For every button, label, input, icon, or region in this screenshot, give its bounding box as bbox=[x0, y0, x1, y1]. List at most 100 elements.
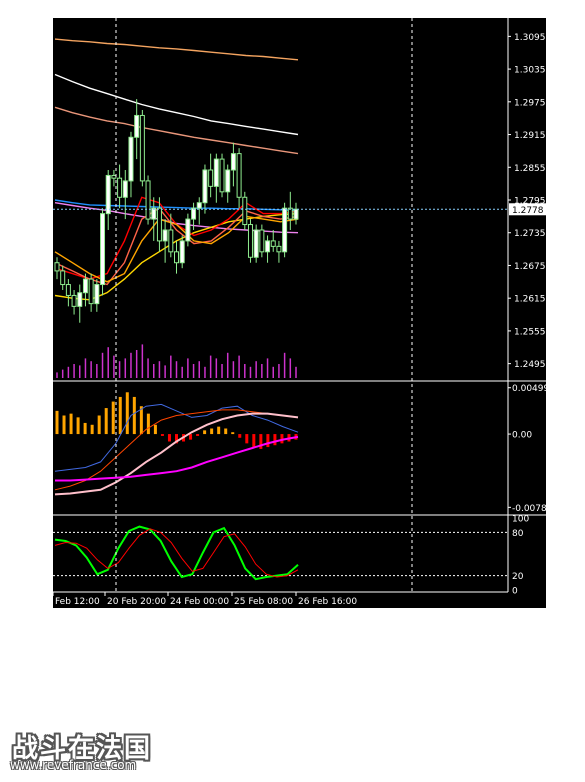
price-tick-label: 1.2915 bbox=[514, 131, 546, 141]
macd-histogram-bar bbox=[231, 432, 235, 435]
macd-histogram-bar bbox=[252, 434, 256, 448]
candle-body bbox=[282, 207, 288, 253]
macd-histogram-bar bbox=[83, 422, 87, 435]
stochastic-tick-label: 0 bbox=[512, 587, 518, 597]
macd-histogram-bar bbox=[217, 426, 221, 435]
candle-body bbox=[54, 262, 60, 272]
candle-body bbox=[77, 292, 83, 307]
macd-histogram-bar bbox=[132, 396, 136, 435]
candle-body bbox=[134, 114, 140, 138]
candle-body bbox=[293, 208, 299, 220]
macd-histogram-bar bbox=[104, 408, 108, 435]
macd-tick-label: -0.00789 bbox=[512, 504, 553, 514]
candle-body bbox=[105, 174, 111, 215]
chart-canvas: 1.2778 1.3095 1.3035 1.2975 1.2915 1.2855 1.27… bbox=[52, 18, 553, 608]
candle-body bbox=[253, 229, 259, 258]
price-tick-label: 1.2795 bbox=[514, 197, 546, 207]
candle-body bbox=[179, 240, 185, 264]
macd-histogram-bar bbox=[167, 434, 171, 442]
candle-body bbox=[122, 180, 128, 198]
time-tick-label: 24 Feb 00:00 bbox=[170, 597, 229, 607]
price-tick-label: 1.2735 bbox=[514, 229, 546, 239]
macd-histogram-bar bbox=[125, 392, 129, 435]
macd-histogram-bar bbox=[111, 401, 115, 435]
macd-histogram-bar bbox=[203, 430, 207, 435]
macd-histogram-bar bbox=[76, 417, 80, 435]
candle-body bbox=[202, 169, 208, 204]
candle-body bbox=[287, 207, 293, 220]
time-tick-label: Feb 12:00 bbox=[55, 597, 100, 607]
time-tick-label: 25 Feb 08:00 bbox=[234, 597, 293, 607]
candle-body bbox=[185, 218, 191, 242]
macd-tick-label: 0.00499 bbox=[512, 384, 549, 394]
macd-histogram-bar bbox=[238, 434, 242, 438]
price-tick-label: 1.3035 bbox=[514, 66, 546, 76]
price-tick-label: 1.2495 bbox=[514, 360, 546, 370]
price-tick-label: 1.2975 bbox=[514, 98, 546, 108]
price-tick-label: 1.2615 bbox=[514, 295, 546, 305]
stochastic-tick-label: 80 bbox=[512, 529, 524, 539]
stochastic-tick-label: 20 bbox=[512, 572, 524, 582]
macd-histogram-bar bbox=[62, 415, 66, 435]
candle-body bbox=[247, 224, 253, 258]
macd-histogram-bar bbox=[196, 434, 200, 436]
candle-body bbox=[225, 169, 231, 193]
candle-body bbox=[82, 278, 88, 294]
candle-body bbox=[162, 229, 168, 242]
candle-body bbox=[208, 169, 214, 187]
candle-body bbox=[242, 196, 248, 226]
candle-body bbox=[230, 153, 236, 171]
candle-body bbox=[276, 245, 282, 253]
price-tick-label: 1.2555 bbox=[514, 327, 546, 337]
candle-body bbox=[100, 213, 106, 286]
macd-histogram-bar bbox=[189, 434, 193, 440]
candle-body bbox=[65, 284, 71, 296]
candle-body bbox=[168, 229, 174, 253]
macd-histogram-bar bbox=[146, 413, 150, 435]
time-tick-label: 26 Feb 16:00 bbox=[298, 597, 357, 607]
candle-body bbox=[191, 207, 197, 220]
price-tick-label: 1.3095 bbox=[514, 33, 546, 43]
macd-histogram-bar bbox=[273, 434, 277, 446]
watermark-logo: 战斗在法国 www.revefrance.com bbox=[8, 728, 158, 776]
macd-histogram-bar bbox=[224, 428, 228, 435]
candle-body bbox=[88, 278, 94, 305]
macd-histogram-bar bbox=[210, 428, 214, 435]
macd-histogram-bar bbox=[69, 413, 73, 435]
candle-body bbox=[145, 180, 151, 220]
candle-body bbox=[60, 270, 66, 286]
price-tick-label: 1.2855 bbox=[514, 164, 546, 174]
macd-histogram-bar bbox=[139, 406, 143, 435]
candle-body bbox=[94, 284, 100, 305]
macd-histogram-bar bbox=[118, 396, 122, 435]
watermark-url: www.revefrance.com bbox=[10, 758, 137, 772]
macd-histogram-bar bbox=[55, 410, 59, 435]
time-tick-label: 20 Feb 20:00 bbox=[107, 597, 166, 607]
candle-body bbox=[174, 251, 179, 264]
chart-background bbox=[53, 18, 546, 608]
macd-histogram-bar bbox=[160, 434, 164, 436]
candle-body bbox=[259, 229, 265, 253]
candle-body bbox=[111, 174, 117, 179]
stochastic-tick-label: 100 bbox=[512, 515, 529, 525]
macd-histogram-bar bbox=[266, 434, 270, 448]
candle-body bbox=[213, 158, 219, 187]
candle-body bbox=[151, 207, 157, 220]
candle-body bbox=[128, 136, 134, 182]
candle-body bbox=[156, 207, 162, 242]
current-price-label: 1.2778 bbox=[512, 206, 544, 216]
candle-body bbox=[236, 153, 242, 198]
macd-tick-label: 0.00 bbox=[512, 431, 532, 441]
macd-histogram-bar bbox=[245, 434, 249, 444]
candle-body bbox=[270, 240, 276, 247]
macd-histogram-bar bbox=[97, 415, 101, 435]
candle-body bbox=[71, 294, 77, 307]
candle-body bbox=[219, 158, 225, 193]
candle-body bbox=[117, 177, 123, 198]
macd-histogram-bar bbox=[90, 424, 94, 435]
candle-body bbox=[265, 240, 271, 253]
price-tick-label: 1.2675 bbox=[514, 262, 546, 272]
macd-histogram-bar bbox=[153, 424, 157, 435]
candle-body bbox=[139, 114, 145, 182]
candle-body bbox=[196, 202, 202, 209]
